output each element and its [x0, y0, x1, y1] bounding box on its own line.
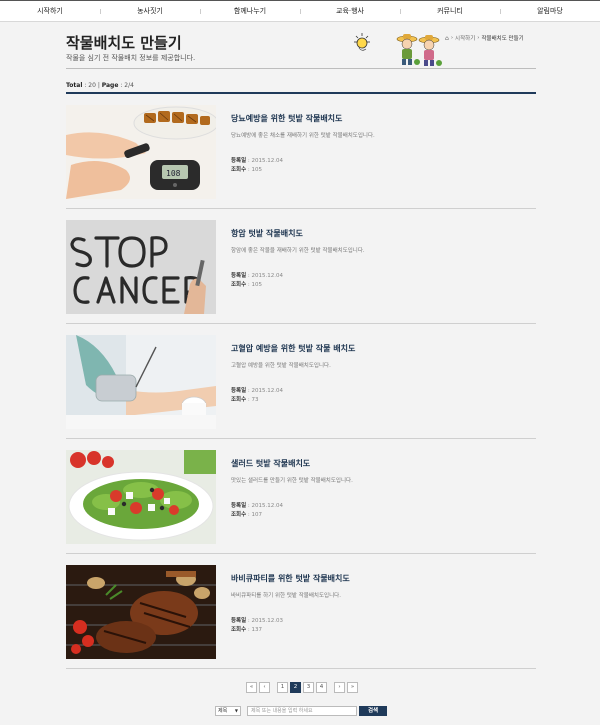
item-date: 등록일 : 2015.12.03 [231, 618, 284, 624]
list-item: 바비큐파티를 위한 텃밭 작물배치도 바비큐파티를 하기 위한 텃밭 작물배치도… [66, 554, 536, 669]
farmers-illustration [396, 34, 442, 66]
salad-photo [66, 450, 216, 544]
breadcrumb-item-start[interactable]: 시작하기 [455, 34, 475, 42]
main-menu: 시작하기 농사짓기 함께나누기 교육·행사 커뮤니티 알림마당 [0, 1, 600, 22]
menu-item-education[interactable]: 교육·행사 [300, 1, 400, 22]
item-date: 등록일 : 2015.12.04 [231, 158, 284, 164]
thumbnail-salad[interactable] [66, 450, 216, 544]
item-date: 등록일 : 2015.12.04 [231, 503, 284, 509]
list-item: 고혈압 예방을 위한 텃밭 작물 배치도 고혈압 예방을 위한 텃밭 작물배치도… [66, 324, 536, 439]
item-title[interactable]: 고혈압 예방을 위한 텃밭 작물 배치도 [231, 343, 355, 354]
item-title[interactable]: 바비큐파티를 위한 텃밭 작물배치도 [231, 573, 350, 584]
svg-text:108: 108 [166, 169, 181, 178]
page-link-2-current[interactable]: 2 [290, 682, 301, 693]
thumbnail-bbq[interactable] [66, 565, 216, 659]
item-title[interactable]: 항암 텃밭 작물배치도 [231, 228, 303, 239]
search-button[interactable]: 검색 [359, 706, 387, 716]
pagination: « ‹ 1 2 3 4 › » [246, 682, 358, 693]
breadcrumb: ⌂ › 시작하기 › 작물배치도 만들기 [445, 34, 524, 43]
page-link-1[interactable]: 1 [277, 682, 288, 693]
total-value: 20 [88, 82, 96, 89]
thumbnail-cancer[interactable] [66, 220, 216, 314]
diabetes-test-photo: 108 [66, 105, 216, 199]
next-page-button[interactable]: › [334, 682, 345, 693]
item-views: 조회수 : 73 [231, 397, 259, 403]
item-description: 고혈압 예방을 위한 텃밭 작물배치도입니다. [231, 363, 331, 369]
item-title[interactable]: 샐러드 텃밭 작물배치도 [231, 458, 310, 469]
first-page-button[interactable]: « [246, 682, 257, 693]
breadcrumb-separator: › [477, 35, 480, 41]
list-item: 108 당뇨예방을 위한 텃밭 작물배치도 당뇨예방에 좋은 채소를 재배하기 … [66, 94, 536, 209]
page-label: Page [101, 82, 119, 89]
page-link-3[interactable]: 3 [303, 682, 314, 693]
item-description: 맛있는 샐러드를 만들기 위한 텃밭 작물배치도입니다. [231, 478, 353, 484]
stop-cancer-photo [66, 220, 216, 314]
item-views: 조회수 : 105 [231, 167, 263, 173]
breadcrumb-item-current: 작물배치도 만들기 [481, 36, 524, 42]
item-title[interactable]: 당뇨예방을 위한 텃밭 작물배치도 [231, 113, 342, 124]
blood-pressure-photo [66, 335, 216, 429]
search-bar: 제목 ▼ 제목 또는 내용을 입력 하세요 검색 [215, 706, 387, 716]
item-views: 조회수 : 107 [231, 512, 263, 518]
menu-item-sharing[interactable]: 함께나누기 [200, 1, 300, 22]
menu-item-notice[interactable]: 알림마당 [500, 1, 600, 22]
top-navigation: 시작하기 농사짓기 함께나누기 교육·행사 커뮤니티 알림마당 [0, 0, 600, 22]
page-title: 작물배치도 만들기 [66, 34, 182, 52]
list-summary: Total : 20 | Page : 2/4 [66, 82, 134, 89]
item-date: 등록일 : 2015.12.04 [231, 388, 284, 394]
home-icon[interactable]: ⌂ [445, 35, 449, 42]
total-label: Total [66, 82, 83, 89]
menu-item-farming[interactable]: 농사짓기 [100, 1, 200, 22]
item-date: 등록일 : 2015.12.04 [231, 273, 284, 279]
search-type-select[interactable]: 제목 ▼ [215, 706, 241, 716]
menu-item-start[interactable]: 시작하기 [0, 1, 100, 22]
search-type-value: 제목 [218, 708, 228, 714]
page-subtitle: 작물을 심기 전 작물배치 정보를 제공합니다. [66, 54, 196, 62]
list-item: 항암 텃밭 작물배치도 항암에 좋은 작물을 재배하기 위한 텃밭 작물배치도입… [66, 209, 536, 324]
prev-page-button[interactable]: ‹ [259, 682, 270, 693]
bbq-photo [66, 565, 216, 659]
item-description: 바비큐파티를 하기 위한 텃밭 작물배치도입니다. [231, 593, 341, 599]
last-page-button[interactable]: » [347, 682, 358, 693]
search-input[interactable]: 제목 또는 내용을 입력 하세요 [247, 706, 357, 716]
thumbnail-blood-pressure[interactable] [66, 335, 216, 429]
item-views: 조회수 : 137 [231, 627, 263, 633]
sun-illustration [354, 33, 370, 51]
chevron-down-icon: ▼ [234, 708, 238, 713]
item-description: 당뇨예방에 좋은 채소를 재배하기 위한 텃밭 작물배치도입니다. [231, 133, 375, 139]
item-description: 항암에 좋은 작물을 재배하기 위한 텃밭 작물배치도입니다. [231, 248, 365, 254]
thumbnail-diabetes[interactable]: 108 [66, 105, 216, 199]
menu-item-community[interactable]: 커뮤니티 [400, 1, 500, 22]
item-views: 조회수 : 105 [231, 282, 263, 288]
list-item: 샐러드 텃밭 작물배치도 맛있는 샐러드를 만들기 위한 텃밭 작물배치도입니다… [66, 439, 536, 554]
page-link-4[interactable]: 4 [316, 682, 327, 693]
title-divider [66, 68, 536, 69]
breadcrumb-separator: › [450, 35, 454, 41]
page-value: 2/4 [124, 82, 134, 89]
